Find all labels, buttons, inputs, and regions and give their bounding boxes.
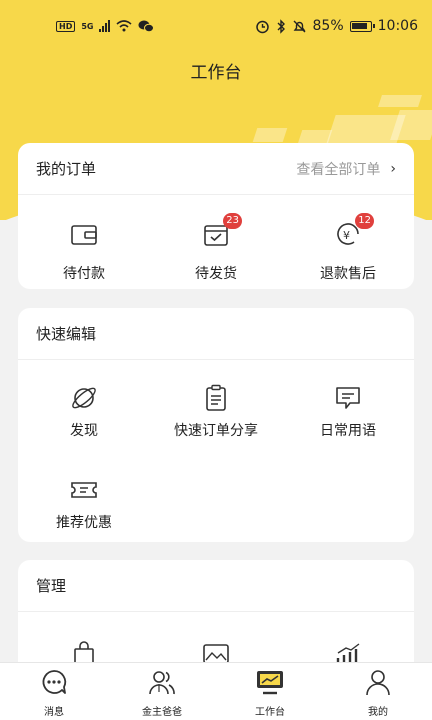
tab-sponsors[interactable]: 金主爸爸 bbox=[108, 663, 216, 720]
decor-shape bbox=[252, 128, 288, 142]
network-type: 5G bbox=[81, 21, 94, 31]
message-icon bbox=[334, 384, 362, 412]
quick-edit-row: 发现 快速订单分享 日常用语 bbox=[18, 360, 414, 440]
status-bar: HD 5G 85% 10:06 bbox=[0, 0, 432, 52]
tab-label: 消息 bbox=[44, 707, 64, 718]
alarm-icon bbox=[255, 20, 269, 33]
decor-shape bbox=[297, 130, 333, 144]
mute-icon bbox=[293, 20, 306, 32]
tab-messages[interactable]: 消息 bbox=[0, 663, 108, 720]
manage-header: 管理 bbox=[18, 560, 414, 612]
quick-item-label: 推荐优惠 bbox=[56, 515, 112, 531]
orders-row: 待付款 23 待发货 ¥ 12 退款售后 bbox=[18, 195, 414, 283]
quick-item-label: 日常用语 bbox=[320, 423, 376, 439]
orders-title: 我的订单 bbox=[36, 160, 97, 178]
shipment-count-badge: 23 bbox=[223, 213, 242, 229]
bottom-tab-bar: 消息 金主爸爸 工作台 我的 bbox=[0, 662, 432, 720]
quick-phrases[interactable]: 日常用语 bbox=[282, 384, 414, 440]
quick-coupon[interactable]: 推荐优惠 bbox=[18, 476, 150, 532]
clock: 10:06 bbox=[377, 18, 418, 34]
coupon-icon bbox=[70, 476, 98, 504]
refund-icon: ¥ 12 bbox=[334, 213, 374, 249]
person-icon bbox=[363, 667, 393, 697]
tab-label: 工作台 bbox=[255, 707, 285, 718]
quick-order-share[interactable]: 快速订单分享 bbox=[150, 384, 282, 440]
signal-icon bbox=[99, 20, 111, 32]
orders-card: 我的订单 查看全部订单 › 待付款 23 待发货 ¥ 12 退款售后 bbox=[18, 143, 414, 289]
quick-item-label: 快速订单分享 bbox=[174, 423, 258, 439]
tab-label: 金主爸爸 bbox=[142, 707, 182, 718]
quick-edit-row: 推荐优惠 bbox=[18, 440, 414, 532]
order-pending-payment[interactable]: 待付款 bbox=[18, 221, 150, 283]
quick-edit-card: 快速编辑 发现 快速订单分享 日常用语 推荐优惠 bbox=[18, 308, 414, 542]
battery-percent: 85% bbox=[312, 18, 344, 34]
manage-row bbox=[18, 612, 414, 668]
calendar-check-icon: 23 bbox=[202, 213, 242, 249]
manage-title: 管理 bbox=[36, 577, 67, 595]
page-title: 工作台 bbox=[190, 63, 242, 83]
hd-indicator: HD bbox=[56, 20, 76, 32]
tab-label: 我的 bbox=[368, 707, 388, 718]
quick-discover[interactable]: 发现 bbox=[18, 384, 150, 440]
svg-text:¥: ¥ bbox=[343, 229, 350, 242]
chat-icon bbox=[39, 667, 69, 697]
refund-count-badge: 12 bbox=[355, 213, 374, 229]
quick-item-label: 发现 bbox=[70, 423, 98, 439]
order-refund[interactable]: ¥ 12 退款售后 bbox=[282, 213, 414, 283]
battery-icon bbox=[349, 20, 375, 32]
wechat-icon bbox=[138, 20, 155, 33]
order-item-label: 待付款 bbox=[63, 266, 105, 282]
chevron-right-icon: › bbox=[390, 160, 396, 177]
monitor-icon bbox=[255, 667, 285, 697]
bluetooth-icon bbox=[277, 18, 285, 34]
users-icon bbox=[147, 667, 177, 697]
order-pending-shipment[interactable]: 23 待发货 bbox=[150, 213, 282, 283]
view-all-orders-link[interactable]: 查看全部订单 › bbox=[296, 159, 396, 179]
tab-me[interactable]: 我的 bbox=[324, 663, 432, 720]
planet-icon bbox=[70, 384, 98, 412]
quick-edit-title: 快速编辑 bbox=[36, 325, 97, 343]
quick-edit-header: 快速编辑 bbox=[18, 308, 414, 360]
tab-workbench[interactable]: 工作台 bbox=[216, 663, 324, 720]
clipboard-icon bbox=[202, 384, 230, 412]
view-all-orders-label: 查看全部订单 bbox=[296, 161, 381, 178]
order-item-label: 待发货 bbox=[195, 266, 237, 282]
wifi-icon bbox=[116, 20, 133, 32]
orders-header: 我的订单 查看全部订单 › bbox=[18, 143, 414, 195]
wallet-icon bbox=[70, 221, 98, 249]
order-item-label: 退款售后 bbox=[320, 266, 376, 282]
decor-shape bbox=[378, 95, 422, 107]
